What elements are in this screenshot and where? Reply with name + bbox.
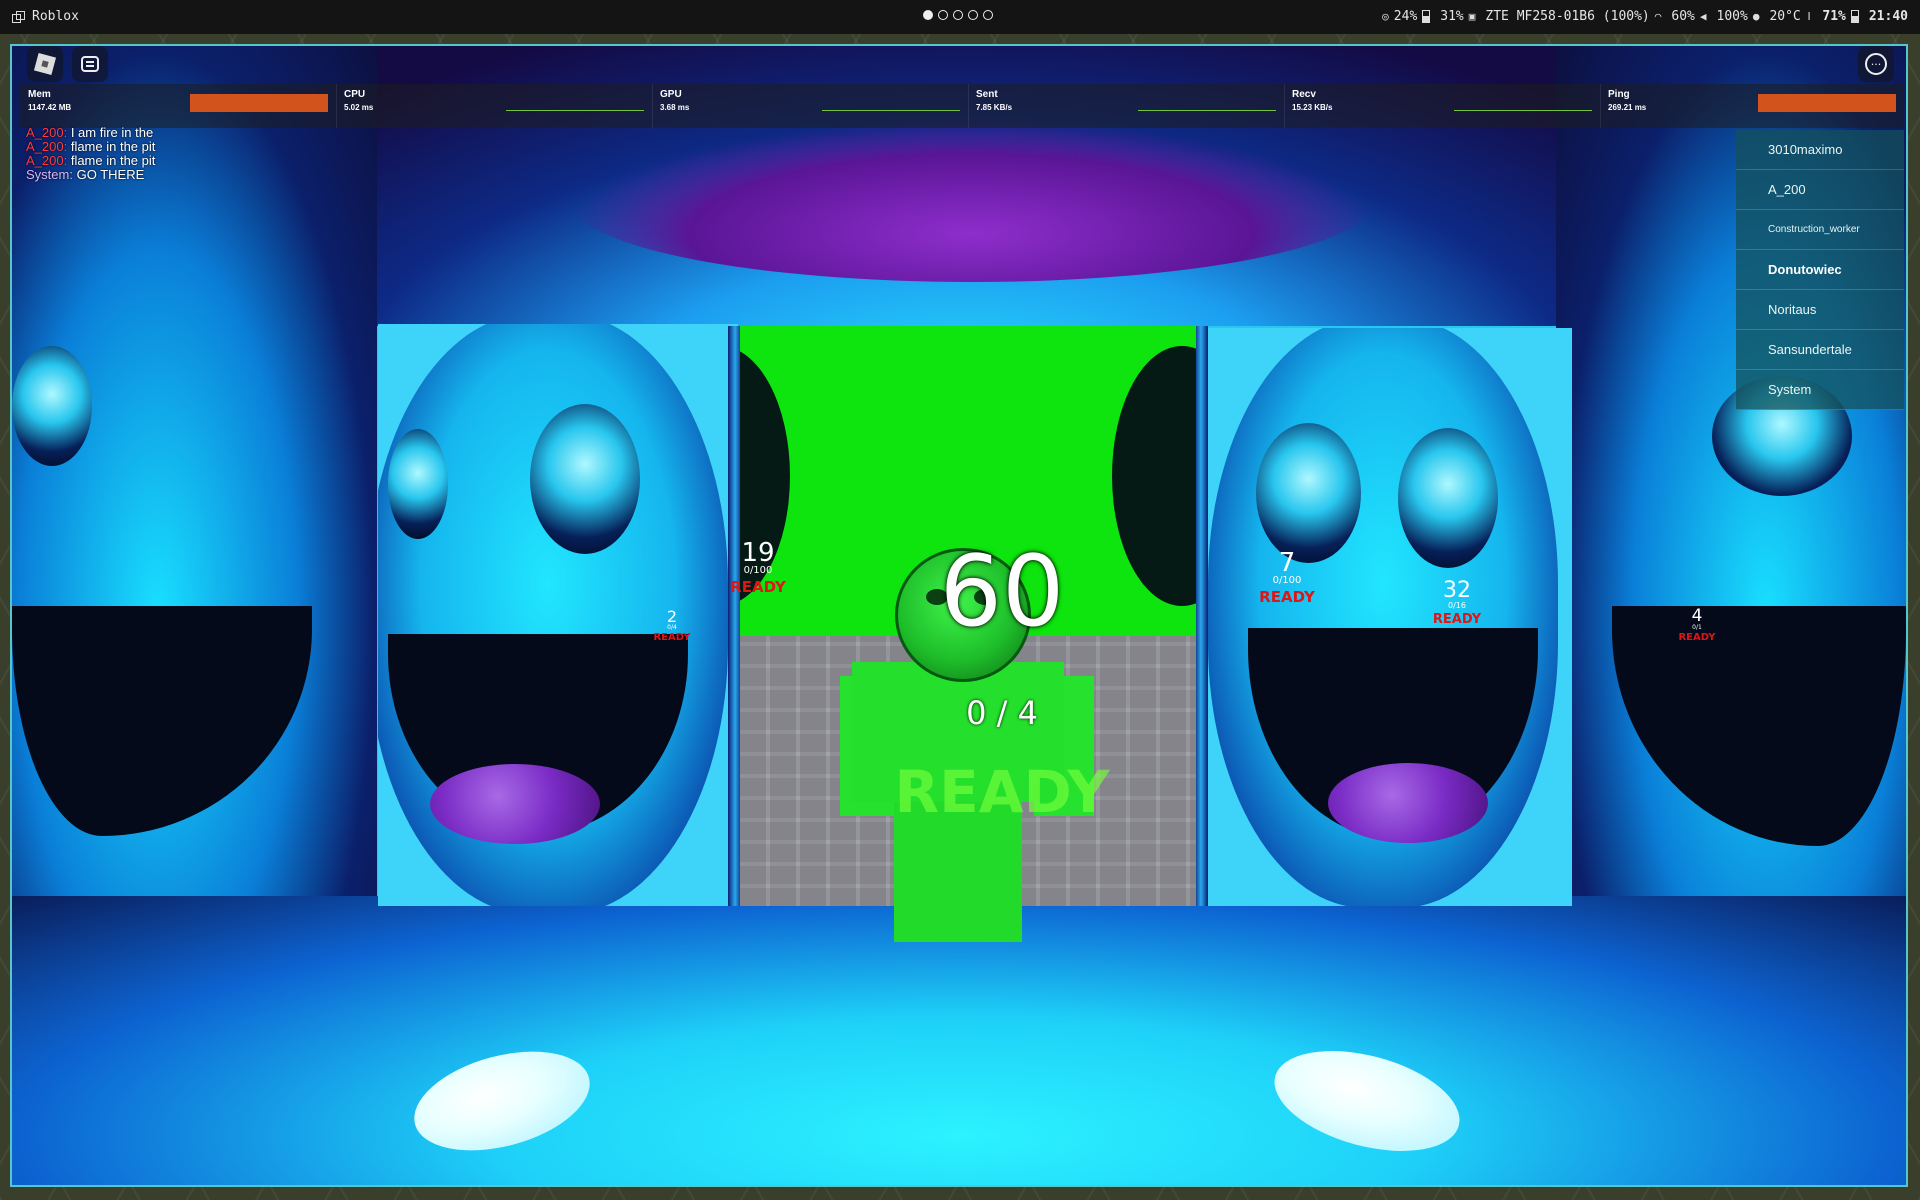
panel-eye <box>388 429 448 539</box>
temperature-status: 20°C ǀ <box>1769 9 1813 24</box>
stat-bar <box>190 94 328 112</box>
player-list-item[interactable]: System <box>1736 370 1904 410</box>
billboard-queue: 2 0/4 READY <box>653 607 691 643</box>
chat-log[interactable]: A_200: I am fire in the A_200: flame in … <box>26 126 155 182</box>
window-icon <box>12 10 25 23</box>
game-viewport[interactable]: 19 0/100 READY 2 0/4 READY 7 0/100 READY… <box>12 46 1906 1185</box>
battery-charging-icon <box>1850 10 1859 23</box>
player-list-item[interactable]: 3010maximo <box>1736 130 1904 170</box>
panel-eye <box>1398 428 1498 568</box>
roblox-game-window[interactable]: 19 0/100 READY 2 0/4 READY 7 0/100 READY… <box>10 44 1908 1187</box>
workspace-dot[interactable] <box>983 10 993 20</box>
workspace-dot[interactable] <box>938 10 948 20</box>
eye-off-icon: ◎ <box>1382 10 1389 23</box>
thermometer-icon: ǀ <box>1805 10 1813 23</box>
player-list-item[interactable]: Sansundertale <box>1736 330 1904 370</box>
chat-toggle-button[interactable] <box>72 46 108 82</box>
stat-graph <box>1454 110 1592 111</box>
countdown-timer: 60 <box>939 535 1065 649</box>
active-window-title[interactable]: Roblox <box>12 9 79 24</box>
panel-eye <box>530 404 640 554</box>
billboard-queue: 19 0/100 READY <box>730 538 786 596</box>
stat-bar <box>1758 94 1896 112</box>
status-tray: ◎ 24% 31% ▣ ZTE MF258-01B6 (100%) ◠ 60% ◀ 10… <box>1382 9 1908 24</box>
battery-status[interactable]: 71% <box>1822 9 1859 24</box>
billboard-queue: 7 0/100 READY <box>1259 548 1315 606</box>
battery-icon <box>1422 10 1431 23</box>
portal-shadow <box>1112 346 1196 606</box>
ready-label: READY <box>894 758 1110 826</box>
left-wall-eye <box>12 346 92 466</box>
stat-graph <box>506 110 644 111</box>
stat-graph <box>1138 110 1276 111</box>
panel-eye <box>1256 423 1361 563</box>
workspace-dot[interactable] <box>953 10 963 20</box>
player-count: 0 / 4 <box>966 694 1038 732</box>
system-top-bar: Roblox ◎ 24% 31% ▣ ZTE MF258-01B6 (100%) ◠ … <box>0 0 1920 34</box>
chat-message: A_200: I am fire in the <box>26 125 154 140</box>
chat-icon <box>81 56 99 72</box>
chat-message: System: GO THERE <box>26 167 145 182</box>
ceiling-tongue <box>572 122 1372 282</box>
workspace-dot[interactable] <box>923 10 933 20</box>
brightness-status[interactable]: ◎ 24% <box>1382 9 1431 24</box>
cpu-status[interactable]: 31% ▣ <box>1440 9 1475 24</box>
more-options-button[interactable]: ··· <box>1858 46 1894 82</box>
stat-mem[interactable]: Mem 1147.42 MB <box>20 84 337 128</box>
panel-tongue <box>1328 763 1488 843</box>
stat-ping[interactable]: Ping 269.21 ms <box>1600 84 1904 128</box>
speaker-icon: ◀ <box>1699 10 1707 23</box>
ellipsis-icon: ··· <box>1865 53 1887 75</box>
stat-recv[interactable]: Recv 15.23 KB/s <box>1284 84 1601 128</box>
billboard-queue: 4 0/1 READY <box>1678 606 1716 643</box>
wifi-strength[interactable]: 60% ◀ <box>1671 9 1706 24</box>
portal-pillar <box>1194 326 1208 906</box>
player-list-item[interactable]: A_200 <box>1736 170 1904 210</box>
app-title: Roblox <box>32 9 79 24</box>
chat-message: A_200: flame in the pit <box>26 139 156 154</box>
wifi-icon: ◠ <box>1654 10 1662 23</box>
network-status[interactable]: ZTE MF258-01B6 (100%) ◠ <box>1485 9 1661 24</box>
volume-status[interactable]: 100% ● <box>1717 9 1760 24</box>
roblox-menu-button[interactable] <box>27 46 63 82</box>
clock[interactable]: 21:40 <box>1869 9 1908 24</box>
stat-graph <box>822 110 960 111</box>
player-list: 3010maximo A_200 Construction_worker Don… <box>1736 130 1904 410</box>
stat-gpu[interactable]: GPU 3.68 ms <box>652 84 969 128</box>
player-list-item[interactable]: Construction_worker <box>1736 210 1904 250</box>
player-list-item[interactable]: Noritaus <box>1736 290 1904 330</box>
billboard-queue: 32 0/16 READY <box>1432 578 1482 627</box>
workspace-dot[interactable] <box>968 10 978 20</box>
cpu-icon: ▣ <box>1468 10 1476 23</box>
microphone-icon: ● <box>1752 10 1760 23</box>
player-list-item-self[interactable]: Donutowiec <box>1736 250 1904 290</box>
right-portal-panel <box>1208 328 1572 906</box>
roblox-logo-icon <box>33 52 57 76</box>
workspace-indicator[interactable] <box>923 10 993 20</box>
panel-tongue <box>430 764 600 844</box>
stat-cpu[interactable]: CPU 5.02 ms <box>336 84 653 128</box>
performance-stats-bar: Mem 1147.42 MB CPU 5.02 ms GPU 3.68 ms S… <box>20 84 1904 128</box>
stat-sent[interactable]: Sent 7.85 KB/s <box>968 84 1285 128</box>
chat-message: A_200: flame in the pit <box>26 153 156 168</box>
